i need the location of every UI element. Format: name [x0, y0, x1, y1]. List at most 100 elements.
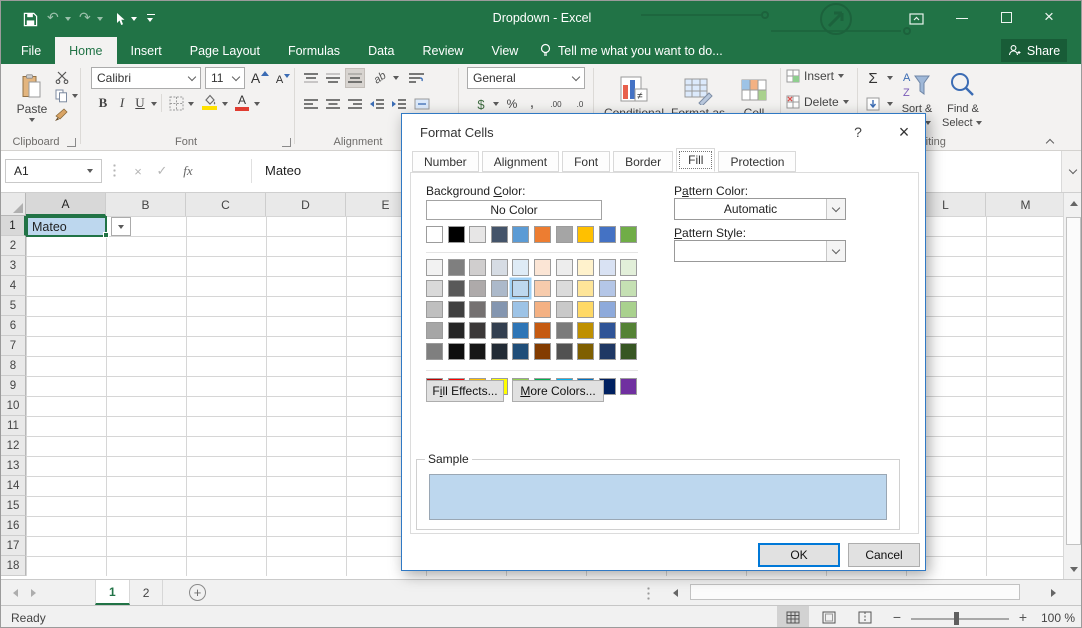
vertical-scrollbar[interactable]	[1063, 193, 1082, 579]
scroll-left-button[interactable]	[665, 583, 685, 602]
row-header-12[interactable]: 12	[1, 436, 26, 456]
comma-style-button[interactable]: ,	[525, 92, 539, 112]
next-sheet-button[interactable]	[31, 589, 36, 597]
row-header-14[interactable]: 14	[1, 476, 26, 496]
orientation-dropdown-icon[interactable]	[393, 76, 399, 80]
bottom-align-button[interactable]	[345, 68, 365, 88]
zoom-out-button[interactable]: −	[889, 608, 905, 626]
color-swatch-ed7d31[interactable]	[534, 226, 551, 243]
insert-function-button[interactable]: fx	[177, 161, 199, 181]
decrease-decimal-button[interactable]: .0	[569, 94, 591, 114]
accounting-format-button[interactable]: $	[471, 94, 491, 114]
color-swatch-d9e2f3[interactable]	[599, 259, 616, 276]
wrap-text-button[interactable]	[405, 68, 427, 88]
column-header-M[interactable]: M	[986, 193, 1063, 216]
row-header-7[interactable]: 7	[1, 336, 26, 356]
ribbon-tab-data[interactable]: Data	[354, 37, 408, 64]
color-swatch-1f4e79[interactable]	[512, 343, 529, 360]
cancel-entry-button[interactable]	[127, 161, 149, 181]
merge-center-button[interactable]	[411, 94, 433, 114]
page-layout-view-button[interactable]	[813, 606, 845, 628]
column-header-A[interactable]: A	[26, 193, 106, 216]
dialog-close-button[interactable]: ×	[890, 118, 918, 146]
column-header-B[interactable]: B	[106, 193, 186, 216]
formula-bar-value[interactable]: Mateo	[265, 163, 301, 178]
tell-me-box[interactable]: Tell me what you want to do...	[539, 37, 723, 64]
color-swatch-d9d9d9[interactable]	[426, 280, 443, 297]
zoom-slider-thumb[interactable]	[954, 612, 959, 625]
color-swatch-5b9bd5[interactable]	[512, 226, 529, 243]
dialog-tab-border[interactable]: Border	[613, 151, 673, 172]
previous-sheet-button[interactable]	[13, 589, 18, 597]
sheet-tab-1[interactable]: 1	[95, 580, 130, 605]
format-painter-button[interactable]	[53, 107, 69, 123]
color-swatch-ffd966[interactable]	[577, 301, 594, 318]
horizontal-scrollbar[interactable]	[665, 583, 1063, 602]
italic-button[interactable]: I	[115, 94, 129, 112]
ribbon-tab-file[interactable]: File	[7, 37, 55, 64]
row-header-11[interactable]: 11	[1, 416, 26, 436]
row-header-1[interactable]: 1	[1, 216, 26, 236]
accounting-dropdown-icon[interactable]	[493, 102, 499, 106]
ok-button[interactable]: OK	[758, 543, 840, 567]
font-size-combo[interactable]: 11	[205, 67, 245, 89]
pattern-style-dropdown[interactable]	[674, 240, 846, 262]
color-swatch-a5a5a5[interactable]	[556, 226, 573, 243]
increase-font-size-button[interactable]: A	[250, 68, 270, 88]
color-swatch-aeaaaa[interactable]	[469, 280, 486, 297]
sort-filter-button[interactable]: AZ	[897, 66, 937, 102]
color-swatch-a6a6a6[interactable]	[426, 322, 443, 339]
collapse-ribbon-button[interactable]	[1047, 136, 1053, 146]
color-swatch-4472c4[interactable]	[599, 226, 616, 243]
color-swatch-8eaadb[interactable]	[599, 301, 616, 318]
align-left-button[interactable]	[301, 94, 321, 114]
dialog-help-button[interactable]: ?	[846, 120, 870, 144]
dialog-tab-protection[interactable]: Protection	[718, 151, 796, 172]
row-header-3[interactable]: 3	[1, 256, 26, 276]
bold-button[interactable]: B	[95, 94, 111, 112]
underline-button[interactable]: U	[133, 94, 147, 112]
cell-a1[interactable]: Mateo	[26, 216, 107, 237]
color-swatch-e7e6e6[interactable]	[469, 226, 486, 243]
color-swatch-44546a[interactable]	[491, 226, 508, 243]
data-validation-dropdown-button[interactable]	[111, 217, 131, 236]
tab-split-handle[interactable]	[647, 586, 650, 600]
ribbon-tab-formulas[interactable]: Formulas	[274, 37, 354, 64]
row-header-10[interactable]: 10	[1, 396, 26, 416]
percent-style-button[interactable]: %	[503, 94, 521, 114]
font-name-combo[interactable]: Calibri	[91, 67, 201, 89]
close-button[interactable]	[1044, 7, 1054, 27]
fill-handle[interactable]	[103, 232, 109, 238]
row-header-17[interactable]: 17	[1, 536, 26, 556]
column-header-C[interactable]: C	[186, 193, 266, 216]
dialog-tab-number[interactable]: Number	[412, 151, 479, 172]
font-dialog-launcher[interactable]	[282, 138, 291, 147]
color-swatch-d6dce4[interactable]	[491, 259, 508, 276]
name-box-resizer[interactable]	[113, 163, 116, 179]
font-color-button[interactable]: A	[233, 92, 251, 112]
color-swatch-3b3838[interactable]	[469, 322, 486, 339]
color-swatch-70ad47[interactable]	[620, 226, 637, 243]
cut-button[interactable]	[53, 69, 71, 85]
minimize-button[interactable]	[956, 18, 968, 19]
color-swatch-9dc3e6[interactable]	[512, 301, 529, 318]
ribbon-tab-page-layout[interactable]: Page Layout	[176, 37, 274, 64]
top-align-button[interactable]	[301, 68, 321, 88]
color-swatch-d0cece[interactable]	[469, 259, 486, 276]
color-swatch-bf9000[interactable]	[577, 322, 594, 339]
zoom-slider-track[interactable]	[911, 618, 1009, 620]
color-swatch-525252[interactable]	[556, 343, 573, 360]
color-swatch-7f7f7f[interactable]	[448, 259, 465, 276]
row-header-18[interactable]: 18	[1, 556, 26, 576]
fill-down-button[interactable]	[863, 94, 883, 114]
paste-button[interactable]: Paste	[9, 67, 55, 129]
increase-indent-button[interactable]	[389, 94, 409, 114]
fill-effects-button[interactable]: Fill Effects...	[426, 380, 504, 402]
zoom-level-label[interactable]: 100 %	[1033, 611, 1075, 625]
color-swatch-0d0d0d[interactable]	[448, 343, 465, 360]
underline-dropdown-icon[interactable]	[151, 102, 157, 106]
color-swatch-c5e0b3[interactable]	[620, 280, 637, 297]
row-header-13[interactable]: 13	[1, 456, 26, 476]
font-color-dropdown-icon[interactable]	[254, 102, 260, 106]
color-swatch-548235[interactable]	[620, 322, 637, 339]
